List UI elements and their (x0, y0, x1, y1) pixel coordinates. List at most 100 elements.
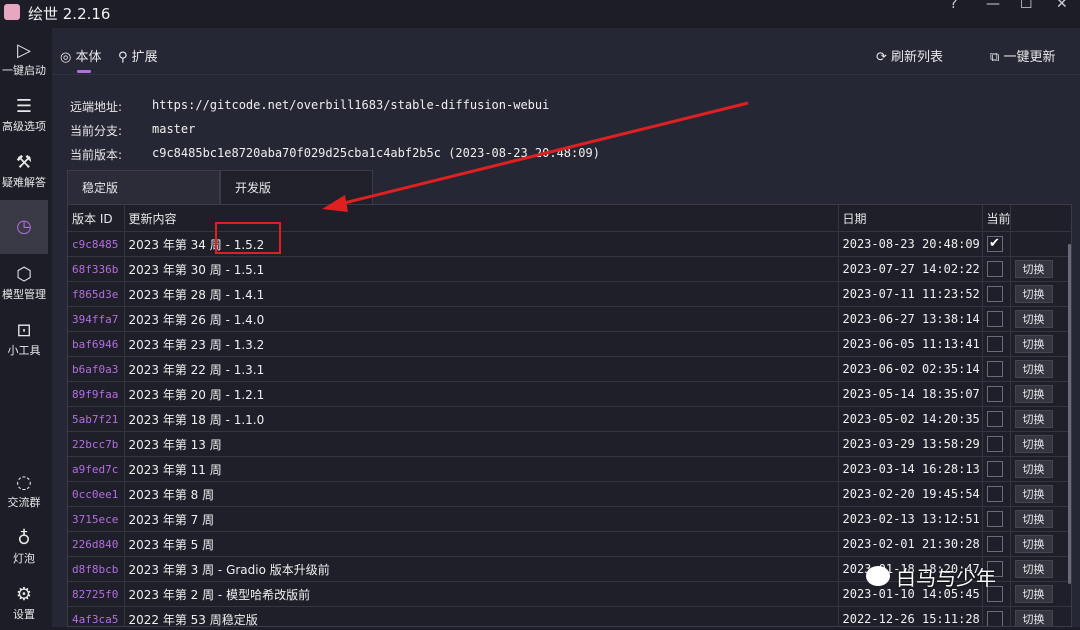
action-cell: 切换 (1010, 606, 1071, 626)
current-checkbox[interactable] (986, 436, 1003, 452)
switch-button[interactable]: 切换 (1014, 485, 1053, 503)
action-cell: 切换 (1010, 356, 1071, 382)
action-cell (1010, 231, 1071, 257)
current-cell (982, 431, 1011, 457)
version-desc: 2023 年第 26 周 - 1.4.0 (124, 306, 839, 332)
version-id-link[interactable]: a9fed7c (68, 456, 125, 482)
switch-button[interactable]: 切换 (1014, 435, 1053, 453)
version-date: 2023-03-14 16:28:13 (838, 456, 983, 482)
version-desc: 2023 年第 22 周 - 1.3.1 (124, 356, 839, 382)
version-id-link[interactable]: 22bcc7b (68, 431, 125, 457)
app-logo (4, 4, 20, 20)
version-id-link[interactable]: 89f9faa (68, 381, 125, 407)
version-desc: 2023 年第 2 周 - 模型哈希改版前 (124, 581, 839, 607)
switch-button[interactable]: 切换 (1014, 510, 1053, 528)
one-click-update-button[interactable]: ⧉ 一键更新 (990, 46, 1055, 65)
version-id-link[interactable]: c9c8485 (68, 231, 125, 257)
version-desc: 2023 年第 3 周 - Gradio 版本升级前 (124, 556, 839, 582)
app-title: 绘世 2.2.16 (28, 5, 111, 23)
tab-extensions[interactable]: ⚲ 扩展 (118, 46, 158, 65)
current-cell (982, 406, 1011, 432)
sidebar-item-community[interactable]: ◌ 交流群 (0, 472, 48, 518)
subtab-stable[interactable]: 稳定版 (67, 170, 220, 204)
switch-button[interactable]: 切换 (1014, 335, 1053, 353)
version-id-link[interactable]: 3715ece (68, 506, 125, 532)
version-id-link[interactable]: b6af0a3 (68, 356, 125, 382)
action-cell: 切换 (1010, 456, 1071, 482)
current-checkbox[interactable] (986, 386, 1003, 402)
version-desc: 2023 年第 7 周 (124, 506, 839, 532)
current-checkbox[interactable] (986, 336, 1003, 352)
switch-button[interactable]: 切换 (1014, 585, 1053, 603)
version-id-link[interactable]: baf6946 (68, 331, 125, 357)
current-checkbox[interactable] (986, 461, 1003, 477)
switch-button[interactable]: 切换 (1014, 610, 1053, 626)
switch-button[interactable]: 切换 (1014, 285, 1053, 303)
version-desc: 2023 年第 13 周 (124, 431, 839, 457)
version-id-link[interactable]: 68f336b (68, 256, 125, 282)
version-date: 2022-12-26 15:11:28 (838, 606, 983, 626)
version-id-link[interactable]: 0cc0ee1 (68, 481, 125, 507)
sidebar-item-troubleshoot[interactable]: ⚒ 疑难解答 (0, 152, 48, 198)
branch-label: 当前分支: (70, 124, 123, 138)
version-id-link[interactable]: 226d840 (68, 531, 125, 557)
current-checkbox[interactable] (986, 486, 1003, 502)
table-row: 4af3ca5 2022 年第 53 周稳定版 2022-12-26 15:11:2… (68, 606, 1071, 626)
refresh-list-button[interactable]: ⟳ 刷新列表 (876, 46, 943, 65)
switch-button[interactable]: 切换 (1014, 310, 1053, 328)
version-id-link[interactable]: 5ab7f21 (68, 406, 125, 432)
switch-button[interactable]: 切换 (1014, 360, 1053, 378)
sidebar-item-launch[interactable]: ▷ 一键启动 (0, 40, 48, 86)
version-id-link[interactable]: 394ffa7 (68, 306, 125, 332)
action-cell: 切换 (1010, 406, 1071, 432)
current-checkbox[interactable]: ✔ (986, 236, 1003, 252)
current-checkbox[interactable] (986, 286, 1003, 302)
current-checkbox[interactable] (986, 261, 1003, 277)
help-icon[interactable]: ? (950, 0, 957, 12)
version-date: 2023-06-05 11:13:41 (838, 331, 983, 357)
switch-button[interactable]: 切换 (1014, 410, 1053, 428)
current-checkbox[interactable] (986, 311, 1003, 327)
current-checkbox[interactable] (986, 411, 1003, 427)
sidebar-item-settings[interactable]: ⚙ 设置 (0, 584, 48, 630)
maximize-icon[interactable]: ☐ (1020, 0, 1033, 12)
version-desc: 2023 年第 18 周 - 1.1.0 (124, 406, 839, 432)
version-id-link[interactable]: 82725f0 (68, 581, 125, 607)
table-scrollbar[interactable] (1068, 244, 1071, 584)
current-checkbox[interactable] (986, 511, 1003, 527)
table-row: 68f336b 2023 年第 30 周 - 1.5.1 2023-07-27 14… (68, 256, 1071, 282)
cube-icon: ⬡ (16, 264, 32, 285)
switch-button[interactable]: 切换 (1014, 460, 1053, 478)
version-id-link[interactable]: d8f8bcb (68, 556, 125, 582)
switch-button[interactable]: 切换 (1014, 385, 1053, 403)
title-bar: 绘世 2.2.16 ? — ☐ ✕ (0, 0, 1080, 28)
current-checkbox[interactable] (986, 361, 1003, 377)
current-cell (982, 356, 1011, 382)
action-cell: 切换 (1010, 556, 1071, 582)
tab-body[interactable]: ◎ 本体 (60, 46, 102, 65)
refresh-label: 刷新列表 (891, 50, 944, 65)
current-checkbox[interactable] (986, 536, 1003, 552)
current-cell (982, 456, 1011, 482)
version-id-link[interactable]: f865d3e (68, 281, 125, 307)
version-desc: 2023 年第 5 周 (124, 531, 839, 557)
current-cell (982, 481, 1011, 507)
remote-label: 远端地址: (70, 100, 123, 114)
sidebar-item-advanced[interactable]: ☰ 高级选项 (0, 96, 48, 142)
sidebar-item-tools[interactable]: ⊡ 小工具 (0, 320, 48, 366)
sidebar-item-version[interactable]: ◷ (0, 200, 48, 254)
sidebar-item-models[interactable]: ⬡ 模型管理 (0, 264, 48, 310)
table-row: 22bcc7b 2023 年第 13 周 2023-03-29 13:58:29 切换 (68, 431, 1071, 457)
version-desc: 2023 年第 11 周 (124, 456, 839, 482)
switch-button[interactable]: 切换 (1014, 560, 1053, 578)
close-icon[interactable]: ✕ (1056, 0, 1068, 12)
minimize-icon[interactable]: — (986, 0, 1000, 12)
tools-icon: ⚒ (15, 152, 33, 173)
subtab-dev[interactable]: 开发版 (220, 170, 373, 204)
version-date: 2023-06-27 13:38:14 (838, 306, 983, 332)
current-checkbox[interactable] (986, 611, 1003, 626)
switch-button[interactable]: 切换 (1014, 260, 1053, 278)
switch-button[interactable]: 切换 (1014, 535, 1053, 553)
version-id-link[interactable]: 4af3ca5 (68, 606, 125, 626)
sidebar-item-bulb[interactable]: ♁ 灯泡 (0, 528, 48, 574)
